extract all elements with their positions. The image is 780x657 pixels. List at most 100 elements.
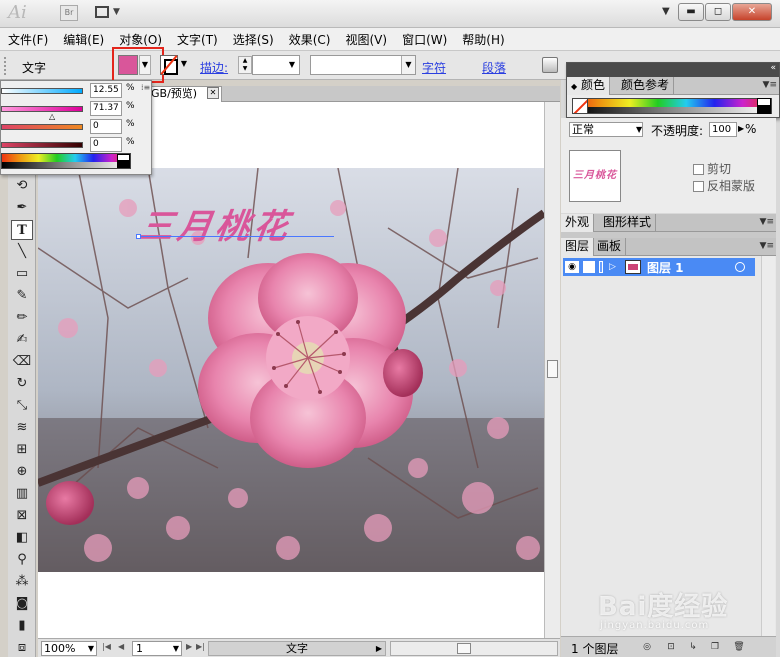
prev-page-icon[interactable]: ◀	[118, 642, 124, 651]
new-layer-icon[interactable]: ❐	[709, 641, 721, 653]
none-color-icon[interactable]	[572, 98, 588, 114]
scale-tool-icon[interactable]: ⤡	[11, 396, 33, 416]
stroke-color-swatch[interactable]	[160, 55, 178, 75]
expand-triangle-icon[interactable]: ▷	[609, 261, 619, 273]
page-select[interactable]: 1 ▼	[132, 641, 182, 656]
new-sublayer-icon[interactable]: ↳	[687, 641, 699, 653]
rotate-tool-icon[interactable]: ↻	[11, 374, 33, 394]
scroll-thumb[interactable]	[457, 643, 471, 654]
symbol-sprayer-icon[interactable]: ◙	[11, 594, 33, 614]
white-swatch[interactable]	[117, 154, 130, 161]
lasso-tool-icon[interactable]: ⟲	[11, 176, 33, 196]
stroke-weight-spinner[interactable]: ▲ ▼	[238, 56, 252, 74]
close-button[interactable]: ✕	[732, 3, 772, 21]
black-swatch[interactable]	[117, 161, 130, 168]
close-document-icon[interactable]: ✕	[207, 87, 219, 99]
blob-brush-icon[interactable]: ✍	[11, 330, 33, 350]
horizontal-scrollbar[interactable]	[390, 641, 558, 656]
magenta-value-input[interactable]: 71.37	[90, 101, 122, 116]
blend-mode-select[interactable]: 正常 ▼	[569, 122, 643, 137]
zoom-select[interactable]: 100% ▼	[41, 641, 97, 656]
line-tool-icon[interactable]: ╲	[11, 242, 33, 262]
popup-color-spectrum[interactable]	[1, 153, 131, 169]
magenta-slider[interactable]	[1, 106, 83, 112]
panel-close-icon[interactable]: «	[770, 63, 776, 73]
tab-layers[interactable]: 图层	[561, 238, 595, 256]
canvas-text-object[interactable]: 三月桃花	[137, 199, 296, 248]
clip-checkbox[interactable]: 剪切	[693, 160, 731, 177]
last-page-icon[interactable]: ▶|	[196, 642, 205, 651]
menu-type[interactable]: 文字(T)	[177, 31, 218, 48]
trash-icon[interactable]: 🗑	[733, 641, 745, 653]
lock-toggle[interactable]	[583, 261, 595, 273]
opacity-input[interactable]: 100	[709, 122, 737, 137]
invert-mask-checkbox[interactable]: 反相蒙版	[693, 177, 755, 194]
status-mode[interactable]: 文字 ▶	[208, 641, 386, 656]
next-page-icon[interactable]: ▶	[186, 642, 192, 651]
menu-select[interactable]: 选择(S)	[233, 31, 274, 48]
column-graph-icon[interactable]: ▮	[11, 616, 33, 636]
eye-icon[interactable]: ◉	[565, 261, 579, 273]
menu-effect[interactable]: 效果(C)	[289, 31, 331, 48]
chevron-right-icon[interactable]: ▶	[738, 124, 744, 133]
gradient-tool-icon[interactable]: ◧	[11, 528, 33, 548]
vertical-scrollbar[interactable]	[544, 102, 560, 638]
tab-graphic-styles[interactable]: 图形样式	[599, 214, 657, 232]
panel-menu-icon[interactable]: ▼≡	[763, 80, 777, 90]
clipping-mask-icon[interactable]: ⊡	[665, 641, 677, 653]
blend-tool-icon[interactable]: ⁂	[11, 572, 33, 592]
shape-builder-icon[interactable]: ⊕	[11, 462, 33, 482]
menu-window[interactable]: 窗口(W)	[402, 31, 447, 48]
stroke-dropdown-arrow[interactable]: ▼	[178, 55, 190, 75]
workspace-menu-icon[interactable]: ▼	[662, 6, 670, 17]
black-white-swatch[interactable]	[757, 98, 771, 114]
layers-scrollbar[interactable]	[761, 256, 775, 636]
artboard-tool-icon[interactable]: ⧈	[11, 638, 33, 657]
cyan-value-input[interactable]: 12.55	[90, 83, 122, 98]
locate-object-icon[interactable]: ◎	[641, 641, 653, 653]
menu-object[interactable]: 对象(O)	[119, 31, 162, 48]
color-panel-header[interactable]: «	[567, 63, 779, 77]
layer-row[interactable]: ◉ ▷ 图层 1	[563, 258, 755, 276]
graph-tool-icon[interactable]: ▥	[11, 484, 33, 504]
stroke-link[interactable]: 描边:	[200, 59, 228, 76]
menu-help[interactable]: 帮助(H)	[462, 31, 504, 48]
warp-tool-icon[interactable]: ≋	[11, 418, 33, 438]
yellow-slider[interactable]	[1, 124, 83, 130]
panel-menu-icon[interactable]: ▼≡	[760, 241, 774, 251]
layer-name[interactable]: 图层 1	[647, 259, 684, 276]
tab-color[interactable]: ◆ 颜色	[567, 77, 610, 95]
bridge-button[interactable]: Br	[60, 5, 78, 21]
first-page-icon[interactable]: |◀	[102, 642, 111, 651]
restore-button[interactable]: ◻	[705, 3, 731, 21]
minimize-button[interactable]: ▬	[678, 3, 704, 21]
rectangle-tool-icon[interactable]: ▭	[11, 264, 33, 284]
tab-artboards[interactable]: 画板	[593, 238, 627, 256]
tab-appearance[interactable]: 外观	[561, 214, 595, 232]
type-tool-icon[interactable]: T	[11, 220, 33, 240]
character-link[interactable]: 字符	[422, 59, 446, 76]
color-spectrum-bar[interactable]	[572, 98, 772, 114]
transform-icon[interactable]	[542, 57, 558, 73]
black-value-input[interactable]: 0	[90, 137, 122, 152]
tab-color-guide[interactable]: 颜色参考	[617, 77, 675, 95]
menu-file[interactable]: 文件(F)	[8, 31, 48, 48]
eyedropper-tool-icon[interactable]: ⚲	[11, 550, 33, 570]
pen-tool-icon[interactable]: ✒	[11, 198, 33, 218]
cyan-slider[interactable]	[1, 88, 83, 94]
yellow-value-input[interactable]: 0	[90, 119, 122, 134]
panel-menu-icon[interactable]: ▼≡	[760, 217, 774, 227]
menu-edit[interactable]: 编辑(E)	[63, 31, 104, 48]
arrange-documents-button[interactable]: ▼	[95, 4, 129, 22]
target-icon[interactable]	[735, 262, 745, 272]
pencil-tool-icon[interactable]: ✏	[11, 308, 33, 328]
mesh-tool-icon[interactable]: ⊠	[11, 506, 33, 526]
font-family-input[interactable]: ▼	[310, 55, 416, 75]
black-slider[interactable]	[1, 142, 83, 148]
grip-icon[interactable]	[4, 57, 10, 75]
paragraph-link[interactable]: 段落	[482, 59, 506, 76]
stroke-weight-input[interactable]: ▼	[252, 55, 300, 75]
text-anchor-point[interactable]	[136, 234, 141, 239]
menu-view[interactable]: 视图(V)	[345, 31, 387, 48]
scroll-thumb[interactable]	[547, 360, 558, 378]
